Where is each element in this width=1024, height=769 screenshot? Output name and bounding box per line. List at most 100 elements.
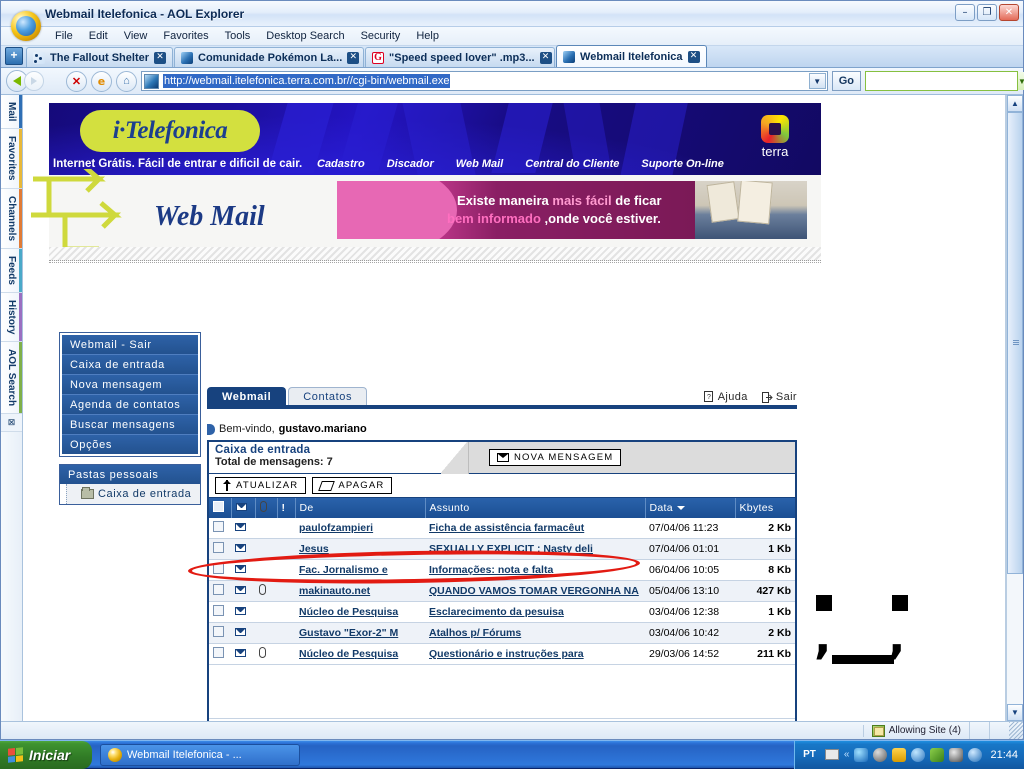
page-scrollbar[interactable]: ▲ ▼: [1006, 95, 1023, 721]
sender-link[interactable]: Núcleo de Pesquisa: [299, 648, 398, 660]
row-select-cell[interactable]: [209, 643, 231, 665]
row-from-cell[interactable]: Núcleo de Pesquisa: [295, 601, 425, 623]
row-checkbox[interactable]: [213, 563, 224, 574]
keyboard-icon[interactable]: [824, 749, 839, 760]
browser-tab-speed-speed-lover[interactable]: G "Speed speed lover" .mp3... ✕: [365, 47, 556, 67]
new-tab-button[interactable]: +: [5, 47, 23, 65]
subject-link[interactable]: Esclarecimento da pesuisa: [429, 606, 564, 618]
column-attachment[interactable]: [255, 498, 278, 518]
browser-tab-webmail-itelefonica[interactable]: Webmail Itelefonica ✕: [556, 45, 707, 67]
stop-icon[interactable]: ✕: [66, 70, 87, 92]
tab-webmail[interactable]: Webmail: [207, 387, 287, 405]
refresh-icon[interactable]: e: [91, 70, 112, 92]
scrollbar-thumb[interactable]: [1007, 112, 1023, 574]
sender-link[interactable]: paulofzampieri: [299, 522, 373, 534]
close-button[interactable]: ✕: [999, 4, 1019, 21]
row-read-cell[interactable]: [231, 643, 255, 665]
row-checkbox[interactable]: [213, 542, 224, 553]
column-subject[interactable]: Assunto: [425, 498, 646, 518]
menu-item-webmail-sair[interactable]: Webmail - Sair: [62, 335, 198, 355]
subject-link[interactable]: Atalhos p/ Fórums: [429, 627, 521, 639]
explorer-bar-item-favorites[interactable]: Favorites: [1, 129, 22, 189]
close-icon[interactable]: ✕: [539, 51, 552, 64]
menu-item-buscar-mensagens[interactable]: Buscar mensagens: [62, 415, 198, 435]
sender-link[interactable]: makinauto.net: [299, 585, 370, 597]
tray-icon-7[interactable]: [968, 747, 983, 762]
logout-link[interactable]: Sair: [761, 391, 797, 403]
column-date[interactable]: Data: [645, 498, 736, 518]
site-nav-webmail[interactable]: Web Mail: [456, 158, 503, 170]
table-row[interactable]: Jesus SEXUALLY EXPLICIT : Nasty deli 07/04…: [209, 538, 795, 560]
menu-view[interactable]: View: [116, 29, 156, 43]
explorer-bar-item-mail[interactable]: Mail: [1, 95, 22, 130]
table-row[interactable]: Gustavo "Exor-2" M Atalhos p/ Fórums 03/04…: [209, 622, 795, 644]
menu-security[interactable]: Security: [353, 29, 409, 43]
site-nav-cadastro[interactable]: Cadastro: [317, 158, 365, 170]
clock[interactable]: 21:44: [990, 749, 1018, 761]
row-checkbox[interactable]: [213, 584, 224, 595]
row-from-cell[interactable]: Gustavo "Exor-2" M: [295, 622, 425, 644]
row-read-cell[interactable]: [231, 601, 255, 623]
menu-item-agenda-de-contatos[interactable]: Agenda de contatos: [62, 395, 198, 415]
tray-icon-5[interactable]: [930, 747, 945, 762]
row-subject-cell[interactable]: Esclarecimento da pesuisa: [425, 601, 645, 623]
sender-link[interactable]: Núcleo de Pesquisa: [299, 606, 398, 618]
row-checkbox[interactable]: [213, 647, 224, 658]
row-subject-cell[interactable]: SEXUALLY EXPLICIT : Nasty deli: [425, 538, 645, 560]
site-nav-central-cliente[interactable]: Central do Cliente: [525, 158, 619, 170]
column-select[interactable]: [209, 498, 232, 518]
column-read-status[interactable]: [231, 498, 256, 518]
table-row[interactable]: paulofzampieri Ficha de assistência farma…: [209, 518, 795, 539]
subject-link[interactable]: Ficha de assistência farmacêut: [429, 522, 584, 534]
refresh-button-top[interactable]: ATUALIZAR: [215, 477, 307, 494]
menu-item-opcoes[interactable]: Opções: [62, 435, 198, 454]
table-row[interactable]: makinauto.net QUANDO VAMOS TOMAR VERGONHA…: [209, 580, 795, 602]
tray-expand-icon[interactable]: «: [844, 749, 850, 760]
row-select-cell[interactable]: [209, 518, 231, 539]
row-from-cell[interactable]: paulofzampieri: [295, 518, 425, 539]
row-from-cell[interactable]: makinauto.net: [295, 580, 425, 602]
column-size[interactable]: Kbytes: [735, 498, 795, 518]
row-subject-cell[interactable]: Informações: nota e falta: [425, 559, 645, 581]
subject-link[interactable]: Informações: nota e falta: [429, 564, 553, 576]
row-select-cell[interactable]: [209, 580, 231, 602]
explorer-bar-item-channels[interactable]: Channels: [1, 188, 22, 249]
resize-grip[interactable]: [1009, 722, 1023, 739]
chevron-down-icon[interactable]: ▼: [808, 73, 826, 89]
tray-icon-1[interactable]: [854, 747, 869, 762]
menu-help[interactable]: Help: [408, 29, 447, 43]
minimize-button[interactable]: –: [955, 4, 975, 21]
folder-item-caixa-de-entrada[interactable]: Caixa de entrada: [66, 484, 200, 504]
menu-desktop-search[interactable]: Desktop Search: [258, 29, 352, 43]
tray-icon-4[interactable]: [911, 747, 926, 762]
terra-logo[interactable]: terra: [747, 115, 803, 159]
row-from-cell[interactable]: Jesus: [295, 538, 425, 560]
row-select-cell[interactable]: [209, 559, 231, 581]
browser-tab-comunidade-pokemon[interactable]: Comunidade Pokémon La... ✕: [174, 47, 365, 67]
site-nav-discador[interactable]: Discador: [387, 158, 434, 170]
row-read-cell[interactable]: [231, 580, 255, 602]
chevron-down-icon[interactable]: ▼: [1017, 72, 1024, 90]
column-from[interactable]: De: [295, 498, 426, 518]
language-indicator[interactable]: PT: [803, 749, 816, 760]
menu-tools[interactable]: Tools: [217, 29, 259, 43]
row-from-cell[interactable]: Núcleo de Pesquisa: [295, 643, 425, 665]
site-nav-suporte-online[interactable]: Suporte On-line: [641, 158, 724, 170]
table-row[interactable]: Fac. Jornalismo e Informações: nota e fal…: [209, 559, 795, 581]
row-checkbox[interactable]: [213, 605, 224, 616]
menu-edit[interactable]: Edit: [81, 29, 116, 43]
subject-link[interactable]: SEXUALLY EXPLICIT : Nasty deli: [429, 543, 593, 555]
new-message-button-top[interactable]: NOVA MENSAGEM: [489, 449, 622, 466]
scroll-up-icon[interactable]: ▲: [1007, 95, 1023, 112]
home-icon[interactable]: ⌂: [116, 70, 137, 92]
address-input[interactable]: http://webmail.itelefonica.terra.com.br/…: [141, 71, 828, 91]
go-button[interactable]: Go: [831, 71, 861, 91]
tray-icon-warning[interactable]: [892, 747, 907, 762]
taskbar-item-webmail[interactable]: Webmail Itelefonica - ...: [100, 743, 300, 766]
menu-item-nova-mensagem[interactable]: Nova mensagem: [62, 375, 198, 395]
row-select-cell[interactable]: [209, 601, 231, 623]
select-all-checkbox[interactable]: [213, 501, 224, 512]
row-subject-cell[interactable]: Atalhos p/ Fórums: [425, 622, 645, 644]
explorer-bar-item-history[interactable]: History: [1, 292, 22, 343]
explorer-bar-item-aol-search[interactable]: AOL Search: [1, 342, 22, 415]
